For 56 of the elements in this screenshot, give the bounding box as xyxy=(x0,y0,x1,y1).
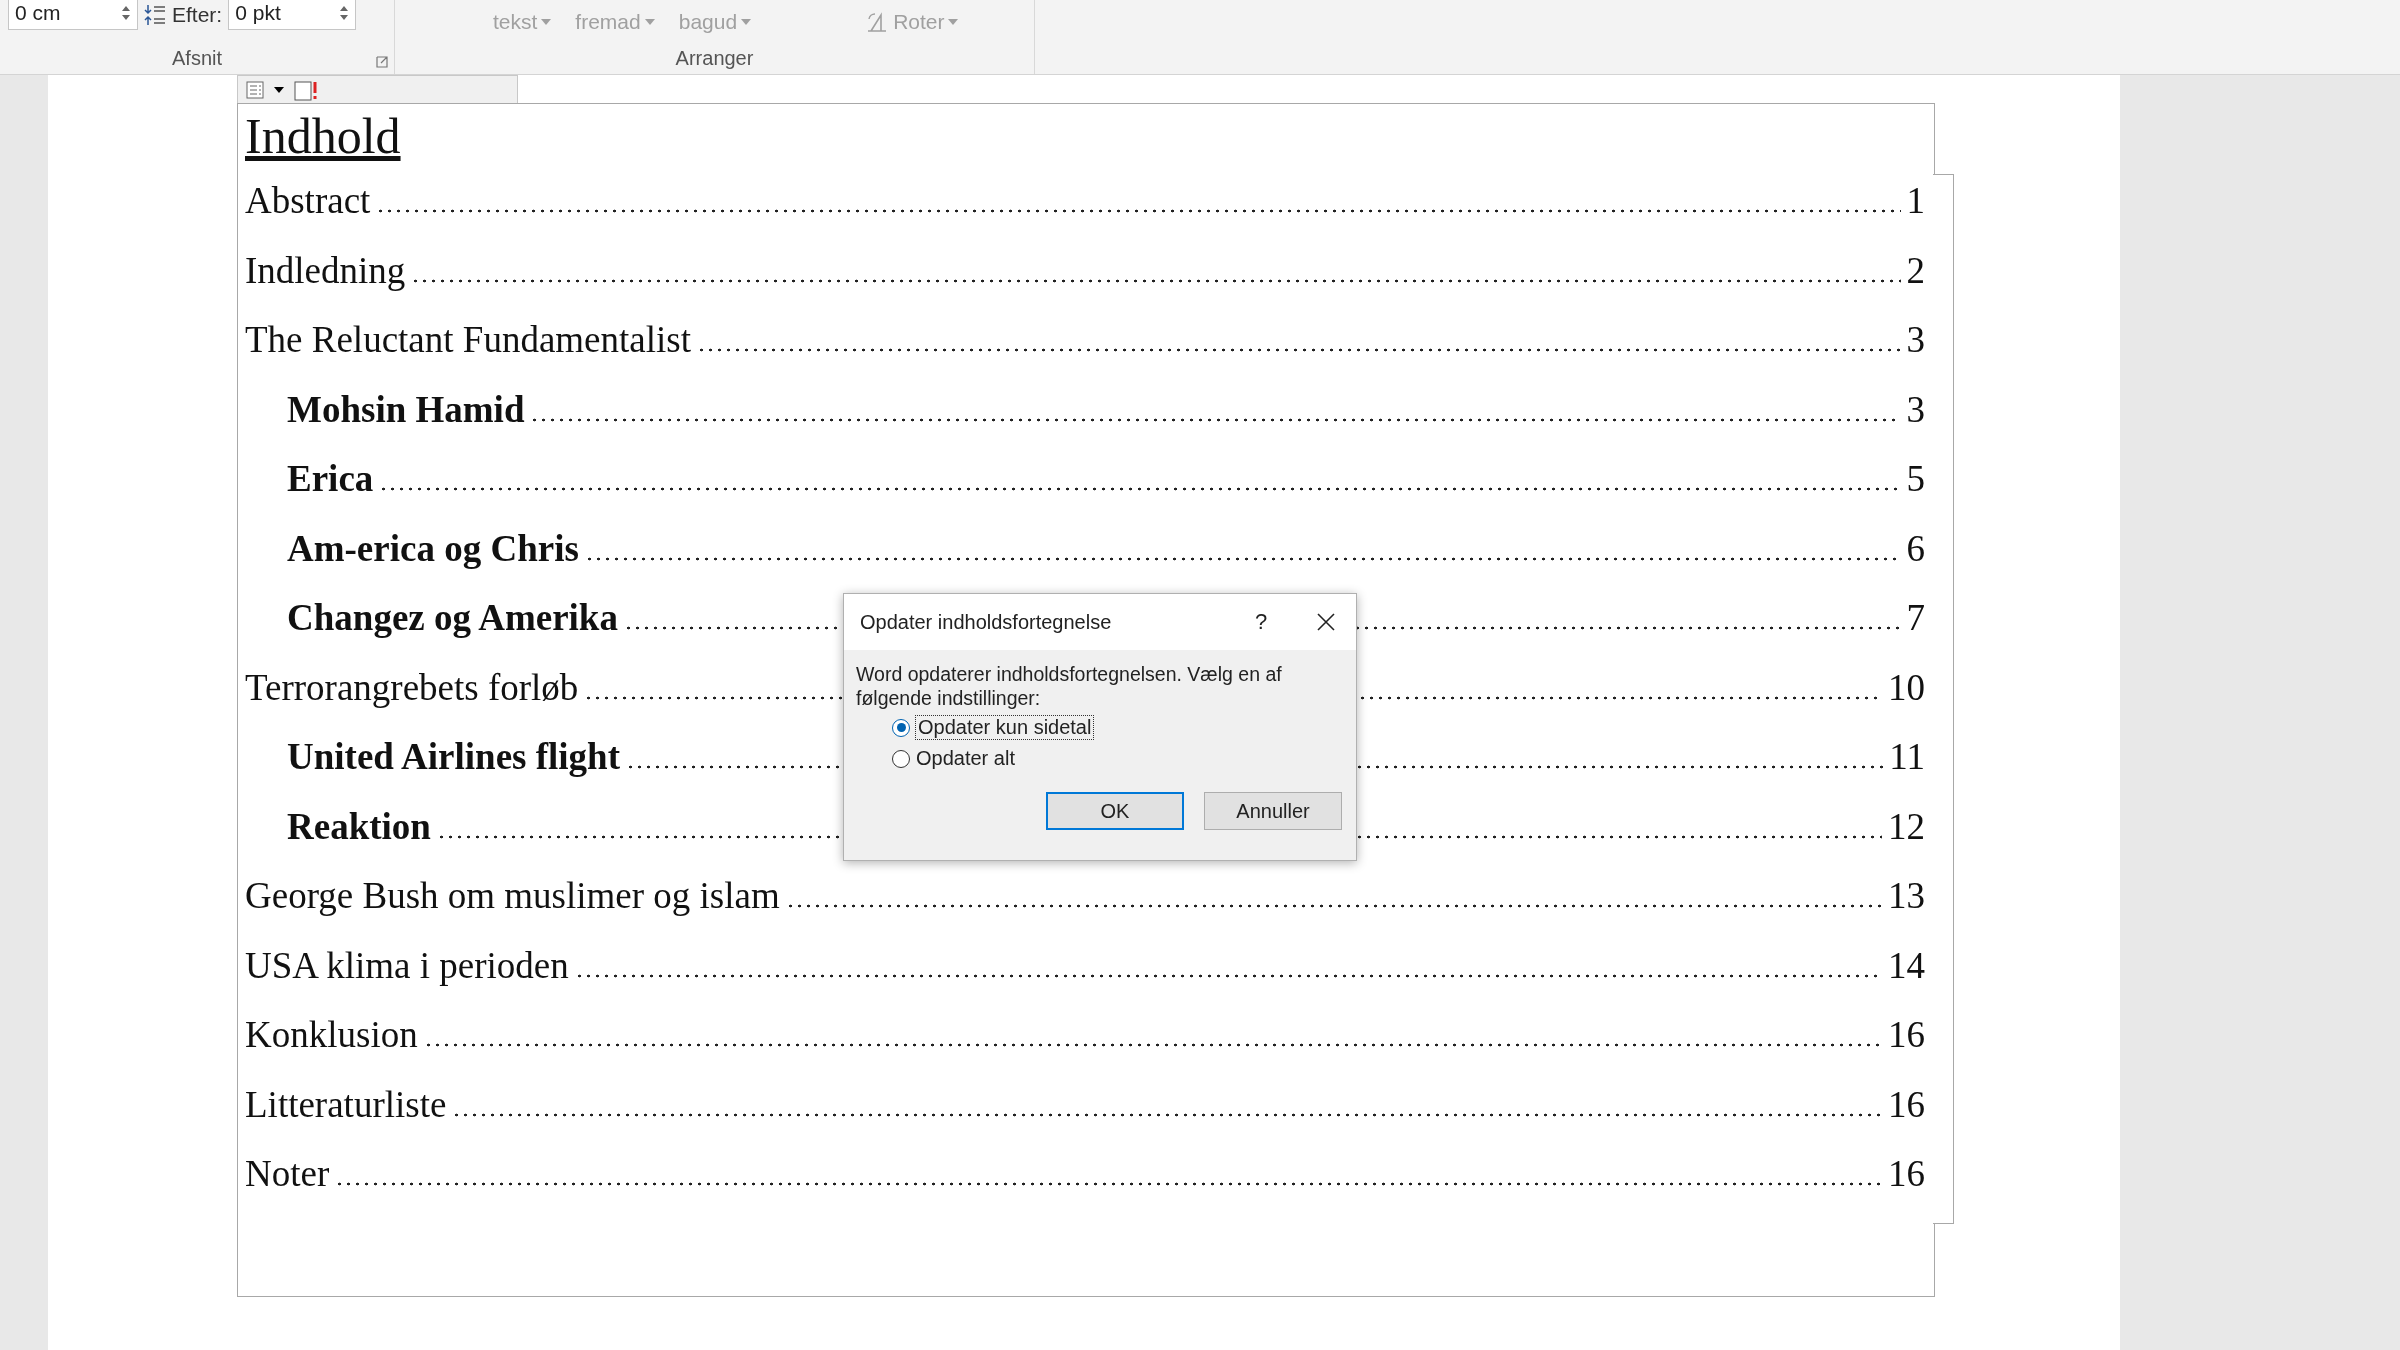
radio-option[interactable]: Opdater alt xyxy=(892,747,1356,770)
page-number[interactable]: 12 xyxy=(1888,791,1925,861)
page-number[interactable]: 16 xyxy=(1888,1000,1925,1070)
spinner-arrows-icon[interactable] xyxy=(339,4,350,22)
close-icon[interactable] xyxy=(1317,613,1335,631)
toc-entry-text[interactable]: Noter xyxy=(245,1139,330,1209)
toc-entry-text[interactable]: USA klima i perioden xyxy=(245,930,569,1000)
caret-icon xyxy=(541,19,552,25)
radio-option[interactable]: Opdater kun sidetal xyxy=(892,716,1356,739)
toc-entry-text[interactable]: The Reluctant Fundamentalist xyxy=(245,305,691,375)
page-number[interactable]: 6 xyxy=(1906,513,1925,583)
dialog-launcher-icon[interactable] xyxy=(376,56,388,68)
toc-entry-text[interactable]: Indledning xyxy=(245,235,406,305)
toc-entry-text[interactable]: Changez og Amerika xyxy=(287,583,618,653)
radio-button[interactable] xyxy=(892,718,910,737)
spinner-arrows-icon[interactable] xyxy=(121,4,131,22)
help-button[interactable]: ? xyxy=(1226,609,1296,635)
group-label: Afsnit xyxy=(172,47,222,70)
page-number[interactable]: 14 xyxy=(1888,930,1925,1000)
page-number[interactable]: 2 xyxy=(1906,235,1925,305)
page-number[interactable]: 11 xyxy=(1889,722,1925,792)
toc-entry-text[interactable]: Erica xyxy=(287,444,374,514)
page-number[interactable]: 3 xyxy=(1906,374,1925,444)
dialog-button[interactable]: Annuller xyxy=(1204,792,1342,830)
toc-entry-text[interactable]: Litteraturliste xyxy=(245,1069,447,1139)
page-number[interactable]: 10 xyxy=(1888,652,1925,722)
toc-entry-text[interactable]: Am-erica og Chris xyxy=(287,513,579,583)
dialog-title: Opdater indholdsfortegnelse xyxy=(860,610,1113,634)
toc-entry-text[interactable]: Mohsin Hamid xyxy=(287,374,525,444)
toc-entry-text[interactable]: United Airlines flight xyxy=(287,722,621,792)
page-number[interactable]: 16 xyxy=(1888,1069,1925,1139)
caret-icon xyxy=(274,86,284,93)
caret-icon xyxy=(644,19,655,25)
caret-icon xyxy=(948,19,959,25)
spacing-after-icon xyxy=(144,3,166,27)
dialog-button[interactable]: OK xyxy=(1046,792,1184,830)
page-number[interactable]: 16 xyxy=(1888,1139,1925,1209)
spacing-after-label: Efter: xyxy=(172,3,223,27)
page-number[interactable]: 7 xyxy=(1906,583,1925,653)
page-number[interactable]: 1 xyxy=(1906,166,1925,236)
dialog-message: Word opdaterer indholdsfortegnelsen. Vælg en af følgende indstillinger: xyxy=(855,662,1283,710)
toc-entry-text[interactable]: Terrorangrebets forløb xyxy=(245,652,579,722)
toc-entry-text[interactable]: Reaktion xyxy=(287,791,431,861)
page-number[interactable]: 3 xyxy=(1906,305,1925,375)
radio-button[interactable] xyxy=(892,749,910,768)
page-number[interactable]: 5 xyxy=(1906,444,1925,514)
page-number[interactable]: 13 xyxy=(1888,861,1925,931)
toc-entry-text[interactable]: Konklusion xyxy=(245,1000,418,1070)
toc-entry-text[interactable]: Abstract xyxy=(245,166,371,236)
toc-heading: Indhold xyxy=(245,107,401,166)
update-table-icon[interactable] xyxy=(294,78,320,101)
toc-entry-text[interactable]: George Bush om muslimer og islam xyxy=(245,861,780,931)
spacing-after-field[interactable]: 0 pkt xyxy=(228,0,357,30)
caret-icon xyxy=(741,19,752,25)
indent-field[interactable]: 0 cm xyxy=(8,0,138,30)
group-label: Arranger xyxy=(675,47,754,70)
